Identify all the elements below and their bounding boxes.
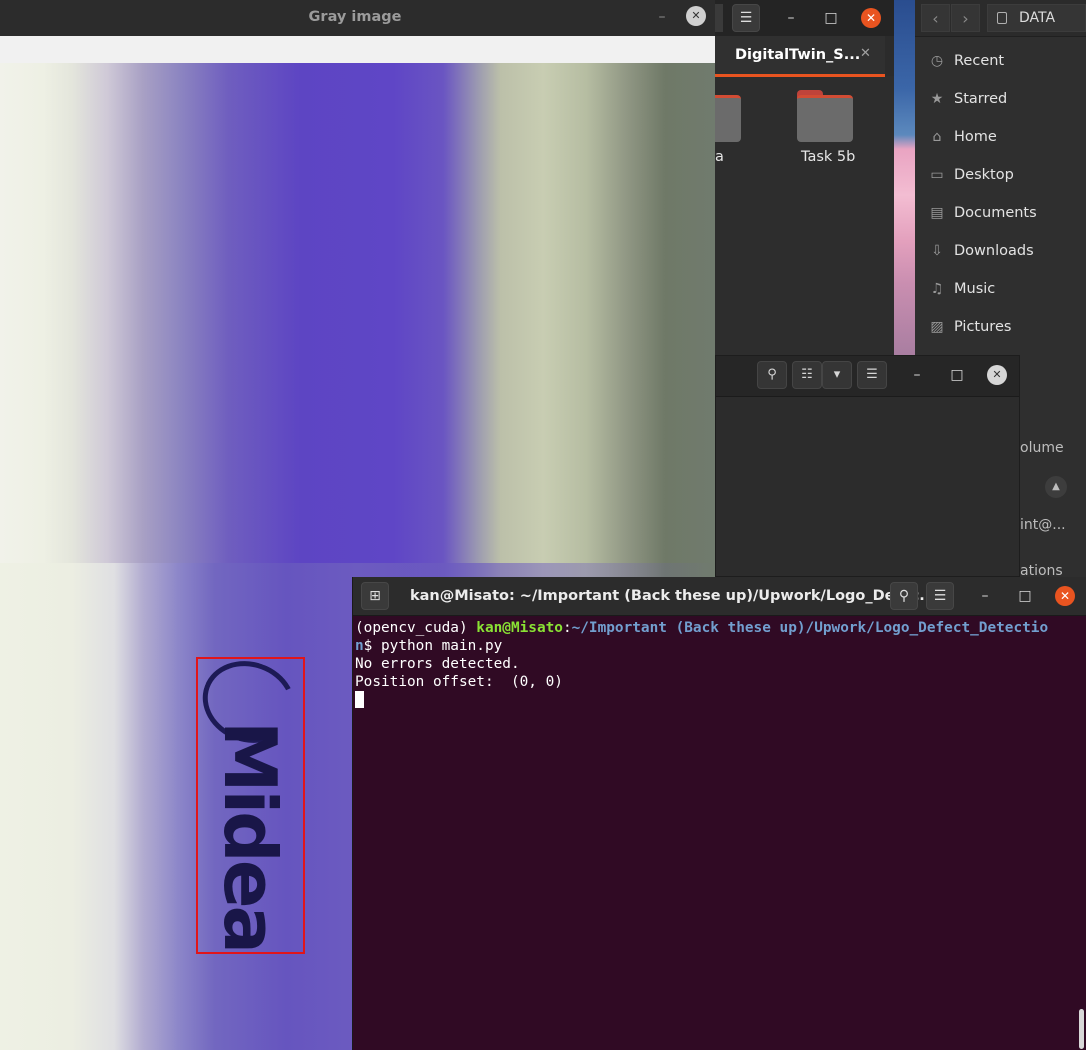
sidebar-item-music[interactable]: ♫ Music — [915, 274, 1086, 304]
minimize-button[interactable]: – — [975, 586, 995, 606]
files-titlebar: ☰ – □ ✕ — [715, 0, 894, 36]
drive-icon — [997, 12, 1007, 24]
folder-label: a — [715, 149, 724, 165]
files-window-middle: ☰ – □ ✕ DigitalTwin_S... ✕ a Task 5b — [685, 0, 894, 355]
view-list-button[interactable]: ☷ — [792, 361, 822, 389]
location-button[interactable]: DATA — [987, 4, 1086, 32]
star-icon: ★ — [930, 91, 944, 107]
location-label: DATA — [1019, 10, 1056, 26]
sidebar-item-downloads[interactable]: ⇩ Downloads — [915, 236, 1086, 266]
files-window-lower: ⚲ ☷ ▾ ☰ – □ ✕ — [715, 355, 1020, 577]
minimize-button[interactable]: – — [907, 365, 927, 385]
image-toolbar — [0, 36, 715, 64]
download-icon: ⇩ — [931, 243, 943, 259]
terminal-output[interactable]: (opencv_cuda) kan@Misato:~/Important (Ba… — [355, 619, 1085, 710]
scrollbar[interactable] — [1079, 1009, 1084, 1049]
music-icon: ♫ — [930, 281, 944, 297]
chevron-down-icon: ▾ — [833, 367, 841, 382]
prompt-path: ~/Important (Back these up)/Upwork/Logo_… — [571, 620, 1049, 636]
terminal-window[interactable]: ⊞ kan@Misato: ~/Important (Back these up… — [352, 577, 1086, 1050]
prompt-user: kan@Misato — [476, 620, 563, 636]
text-cursor — [355, 691, 364, 708]
sidebar-item-pictures[interactable]: ▨ Pictures — [915, 312, 1086, 342]
maximize-button[interactable]: □ — [821, 8, 841, 28]
forward-button[interactable]: › — [951, 4, 980, 32]
picture-icon: ▨ — [930, 319, 944, 335]
tab-label: DigitalTwin_S... — [735, 47, 861, 63]
menu-button[interactable]: ☰ — [732, 4, 760, 32]
folder-label: Task 5b — [801, 149, 856, 165]
menu-button[interactable]: ☰ — [926, 582, 954, 610]
close-button[interactable]: ✕ — [686, 6, 706, 26]
sidebar-item-home[interactable]: ⌂ Home — [915, 122, 1086, 152]
view-options-button[interactable]: ▾ — [822, 361, 852, 389]
clock-icon: ◷ — [930, 53, 944, 69]
output-line: Position offset: (0, 0) — [355, 674, 563, 690]
sidebar-item-desktop[interactable]: ▭ Desktop — [915, 160, 1086, 190]
prompt-env: (opencv_cuda) — [355, 620, 477, 636]
close-button[interactable]: ✕ — [1055, 586, 1075, 606]
minimize-button[interactable]: – — [781, 8, 801, 28]
menu-icon: ☰ — [933, 588, 947, 604]
tab-digitaltwin[interactable]: DigitalTwin_S... ✕ — [715, 36, 885, 77]
search-button[interactable]: ⚲ — [757, 361, 787, 389]
prompt-path-wrap: n — [355, 638, 364, 654]
document-icon: ▤ — [930, 205, 944, 221]
output-line: No errors detected. — [355, 656, 520, 672]
maximize-button[interactable]: □ — [947, 365, 967, 385]
search-icon: ⚲ — [767, 367, 777, 382]
window-title: Gray image — [308, 9, 402, 25]
new-tab-button[interactable]: ⊞ — [361, 582, 389, 610]
maximize-button[interactable]: □ — [1015, 586, 1035, 606]
sidebar-item-starred[interactable]: ★ Starred — [915, 84, 1086, 114]
close-button[interactable]: ✕ — [987, 365, 1007, 385]
sidebar-item-documents[interactable]: ▤ Documents — [915, 198, 1086, 228]
menu-button[interactable]: ☰ — [857, 361, 887, 389]
tab-bar: DigitalTwin_S... ✕ — [715, 36, 894, 77]
command-line: $ python main.py — [363, 638, 503, 654]
back-button[interactable]: ‹ — [921, 4, 950, 32]
toolbar-button-edge — [715, 4, 723, 32]
search-button[interactable]: ⚲ — [890, 582, 918, 610]
terminal-titlebar: ⊞ kan@Misato: ~/Important (Back these up… — [353, 577, 1086, 616]
list-icon: ☷ — [801, 367, 813, 382]
detection-bounding-box — [196, 657, 305, 954]
folder-icon[interactable] — [797, 90, 853, 142]
close-button[interactable]: ✕ — [861, 8, 881, 28]
new-tab-icon: ⊞ — [369, 588, 381, 604]
sidebar-volume-fragment[interactable]: olume — [1020, 440, 1064, 456]
search-icon: ⚲ — [898, 588, 910, 604]
files-header: ‹ › DATA — [915, 0, 1086, 37]
eject-icon[interactable]: ▲ — [1045, 476, 1067, 498]
home-icon: ⌂ — [932, 129, 942, 145]
files-header: ⚲ ☷ ▾ ☰ – □ ✕ — [716, 356, 1019, 397]
desktop-icon: ▭ — [930, 167, 944, 183]
prompt-separator: : — [562, 620, 572, 636]
menu-icon: ☰ — [866, 367, 878, 382]
sidebar-network-fragment[interactable]: int@... — [1020, 517, 1066, 533]
desktop-wallpaper — [894, 0, 915, 355]
minimize-button[interactable]: – — [652, 7, 672, 27]
sidebar-item-recent[interactable]: ◷ Recent — [915, 46, 1086, 76]
window-titlebar: Gray image – ✕ — [0, 0, 715, 36]
terminal-title: kan@Misato: ~/Important (Back these up)/… — [410, 588, 936, 604]
tab-close-icon[interactable]: ✕ — [860, 46, 871, 61]
